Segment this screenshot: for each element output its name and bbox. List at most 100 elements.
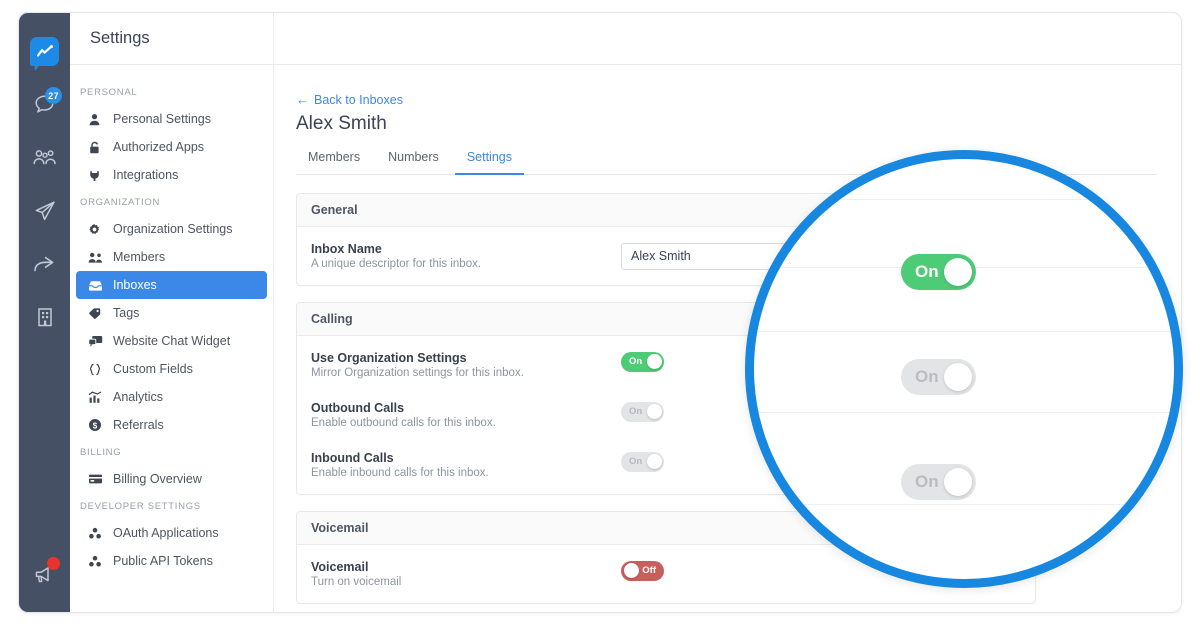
back-to-inboxes-link[interactable]: ← Back to Inboxes bbox=[296, 93, 403, 107]
sidebar-item-label: Integrations bbox=[113, 168, 179, 182]
setting-description: Enable inbound calls for this inbox. bbox=[311, 466, 489, 479]
rail-item-automation[interactable] bbox=[19, 237, 70, 290]
chat-widget-icon bbox=[88, 335, 110, 348]
toggle-knob bbox=[646, 354, 662, 369]
sidebar-item-tags[interactable]: Tags bbox=[76, 299, 267, 327]
magnifier-content: On On On bbox=[754, 159, 1174, 579]
sidebar-item-analytics[interactable]: Analytics bbox=[76, 383, 267, 411]
setting-description: Enable outbound calls for this inbox. bbox=[311, 416, 496, 429]
magnified-divider bbox=[754, 412, 1174, 413]
sidebar-item-inboxes[interactable]: Inboxes bbox=[76, 271, 267, 299]
sidebar-item-billing-overview[interactable]: Billing Overview bbox=[76, 465, 267, 493]
magnified-toggle-outbound-calls: On bbox=[901, 359, 976, 395]
rail-item-campaigns[interactable] bbox=[19, 184, 70, 237]
announcement-badge-dot bbox=[47, 557, 60, 570]
back-link-label: Back to Inboxes bbox=[314, 92, 403, 107]
sidebar-item-label: Referrals bbox=[113, 418, 164, 432]
logo-chat-chart-icon bbox=[30, 37, 59, 66]
tab-numbers[interactable]: Numbers bbox=[376, 150, 451, 175]
sidebar-item-custom-fields[interactable]: Custom Fields bbox=[76, 355, 267, 383]
setting-text: Use Organization Settings Mirror Organiz… bbox=[311, 351, 621, 379]
setting-label: Voicemail bbox=[311, 559, 369, 574]
inbox-tray-icon bbox=[88, 279, 110, 292]
toggle-knob bbox=[646, 454, 662, 469]
sidebar-item-label: Inboxes bbox=[113, 278, 157, 292]
paper-plane-icon bbox=[33, 199, 57, 223]
sidebar-item-integrations[interactable]: Integrations bbox=[76, 161, 267, 189]
unlock-icon bbox=[88, 141, 110, 154]
sidebar-item-website-chat-widget[interactable]: Website Chat Widget bbox=[76, 327, 267, 355]
page-title: Alex Smith bbox=[296, 112, 387, 134]
sidebar-item-label: Billing Overview bbox=[113, 472, 202, 486]
setting-label: Inbound Calls bbox=[311, 450, 394, 465]
cluster-icon bbox=[88, 527, 110, 540]
nav-group-label-organization: ORGANIZATION bbox=[80, 197, 161, 208]
braces-icon bbox=[88, 363, 110, 376]
person-icon bbox=[88, 113, 110, 126]
nav-group-label-developer-settings: DEVELOPER SETTINGS bbox=[80, 501, 201, 512]
tab-settings[interactable]: Settings bbox=[454, 150, 524, 175]
magnified-toggle-use-organization-settings[interactable]: On bbox=[901, 254, 976, 290]
sidebar-item-label: Members bbox=[113, 250, 166, 264]
setting-text: Outbound Calls Enable outbound calls for… bbox=[311, 401, 621, 429]
sidebar-item-label: OAuth Applications bbox=[113, 526, 219, 540]
settings-sidebar: Settings PERSONAL Personal Settings Auth… bbox=[70, 13, 274, 612]
page-header-title: Settings bbox=[90, 29, 150, 47]
sidebar-item-oauth-applications[interactable]: OAuth Applications bbox=[76, 519, 267, 547]
sidebar-item-referrals[interactable]: $ Referrals bbox=[76, 411, 267, 439]
rail-item-logo[interactable] bbox=[19, 25, 70, 78]
setting-description: Turn on voicemail bbox=[311, 575, 402, 588]
sidebar-item-label: Website Chat Widget bbox=[113, 334, 231, 348]
toggle-use-organization-settings[interactable]: On bbox=[621, 351, 664, 372]
setting-label: Use Organization Settings bbox=[311, 350, 467, 365]
toggle-label: On bbox=[915, 262, 939, 281]
forward-arrow-icon bbox=[32, 253, 57, 275]
toggle-knob bbox=[623, 563, 639, 578]
setting-text: Voicemail Turn on voicemail bbox=[311, 560, 621, 588]
toggle-voicemail[interactable]: Off bbox=[621, 560, 664, 581]
toggle-label: On bbox=[629, 356, 643, 367]
setting-label: Outbound Calls bbox=[311, 400, 405, 415]
magnified-divider bbox=[754, 199, 1174, 200]
icon-rail: 27 bbox=[19, 13, 70, 612]
sidebar-nav: PERSONAL Personal Settings Authorized Ap… bbox=[70, 65, 273, 575]
sidebar-item-personal-settings[interactable]: Personal Settings bbox=[76, 105, 267, 133]
toggle-knob bbox=[944, 363, 972, 391]
sidebar-item-label: Tags bbox=[113, 306, 140, 320]
bar-chart-icon bbox=[88, 390, 110, 404]
toggle-knob bbox=[944, 468, 972, 496]
rail-item-inbox[interactable]: 27 bbox=[19, 78, 70, 131]
tag-icon bbox=[88, 307, 110, 320]
toggle-knob bbox=[944, 258, 972, 286]
magnifier-overlay: On On On bbox=[745, 150, 1183, 588]
svg-text:$: $ bbox=[93, 421, 98, 430]
sidebar-item-authorized-apps[interactable]: Authorized Apps bbox=[76, 133, 267, 161]
building-icon bbox=[35, 306, 55, 328]
toggle-outbound-calls: On bbox=[621, 401, 664, 422]
sidebar-item-organization-settings[interactable]: Organization Settings bbox=[76, 215, 267, 243]
main-top-bar bbox=[274, 13, 1181, 65]
sidebar-item-label: Public API Tokens bbox=[113, 554, 213, 568]
magnified-divider bbox=[754, 331, 1174, 332]
setting-description: Mirror Organization settings for this in… bbox=[311, 366, 524, 379]
sidebar-item-label: Personal Settings bbox=[113, 112, 211, 126]
sidebar-item-members[interactable]: Members bbox=[76, 243, 267, 271]
sidebar-item-label: Organization Settings bbox=[113, 222, 233, 236]
sidebar-item-label: Custom Fields bbox=[113, 362, 193, 376]
setting-description: A unique descriptor for this inbox. bbox=[311, 257, 482, 270]
nav-group-label-billing: BILLING bbox=[80, 447, 122, 458]
people-icon bbox=[88, 251, 110, 264]
sidebar-item-public-api-tokens[interactable]: Public API Tokens bbox=[76, 547, 267, 575]
cluster-icon bbox=[88, 555, 110, 568]
toggle-inbound-calls: On bbox=[621, 451, 664, 472]
tab-members[interactable]: Members bbox=[296, 150, 372, 175]
gear-icon bbox=[88, 223, 110, 236]
rail-item-contacts[interactable] bbox=[19, 131, 70, 184]
sidebar-item-label: Analytics bbox=[113, 390, 164, 404]
credit-card-icon bbox=[88, 473, 110, 485]
setting-text: Inbound Calls Enable inbound calls for t… bbox=[311, 451, 621, 479]
unread-badge: 27 bbox=[45, 87, 62, 104]
rail-item-organization[interactable] bbox=[19, 290, 70, 343]
sidebar-item-label: Authorized Apps bbox=[113, 140, 205, 154]
rail-item-announcements[interactable] bbox=[19, 547, 70, 600]
